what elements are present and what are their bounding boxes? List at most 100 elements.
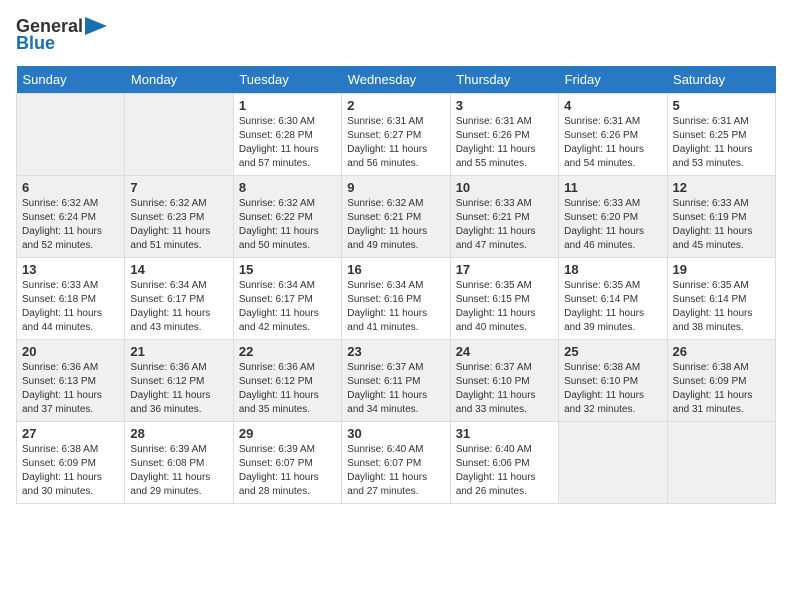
day-info: Sunrise: 6:36 AMSunset: 6:13 PMDaylight:… — [22, 361, 119, 417]
day-cell — [125, 94, 233, 176]
week-row-3: 13 Sunrise: 6:33 AMSunset: 6:18 PMDayligh… — [17, 258, 776, 340]
day-cell — [17, 94, 125, 176]
day-number: 8 — [239, 180, 336, 195]
day-cell: 14 Sunrise: 6:34 AMSunset: 6:17 PMDayligh… — [125, 258, 233, 340]
weekday-header-wednesday: Wednesday — [342, 66, 450, 94]
day-number: 12 — [673, 180, 770, 195]
day-number: 18 — [564, 262, 661, 277]
day-number: 5 — [673, 98, 770, 113]
day-cell: 8 Sunrise: 6:32 AMSunset: 6:22 PMDaylight… — [233, 176, 341, 258]
day-number: 13 — [22, 262, 119, 277]
page-header: General Blue — [16, 16, 776, 54]
weekday-header-friday: Friday — [559, 66, 667, 94]
logo-blue: Blue — [16, 33, 55, 54]
day-number: 17 — [456, 262, 553, 277]
day-info: Sunrise: 6:35 AMSunset: 6:15 PMDaylight:… — [456, 279, 553, 335]
day-cell — [667, 422, 775, 504]
day-number: 16 — [347, 262, 444, 277]
day-info: Sunrise: 6:30 AMSunset: 6:28 PMDaylight:… — [239, 115, 336, 171]
day-number: 31 — [456, 426, 553, 441]
day-info: Sunrise: 6:35 AMSunset: 6:14 PMDaylight:… — [564, 279, 661, 335]
day-info: Sunrise: 6:38 AMSunset: 6:10 PMDaylight:… — [564, 361, 661, 417]
day-info: Sunrise: 6:40 AMSunset: 6:07 PMDaylight:… — [347, 443, 444, 499]
day-number: 7 — [130, 180, 227, 195]
day-cell: 13 Sunrise: 6:33 AMSunset: 6:18 PMDayligh… — [17, 258, 125, 340]
day-cell: 1 Sunrise: 6:30 AMSunset: 6:28 PMDaylight… — [233, 94, 341, 176]
day-cell — [559, 422, 667, 504]
day-cell: 29 Sunrise: 6:39 AMSunset: 6:07 PMDayligh… — [233, 422, 341, 504]
day-info: Sunrise: 6:32 AMSunset: 6:24 PMDaylight:… — [22, 197, 119, 253]
day-cell: 16 Sunrise: 6:34 AMSunset: 6:16 PMDayligh… — [342, 258, 450, 340]
day-cell: 23Sunrise: 6:37 AMSunset: 6:11 PMDayligh… — [342, 340, 450, 422]
day-info: Sunrise: 6:31 AMSunset: 6:25 PMDaylight:… — [673, 115, 770, 171]
day-number: 22 — [239, 344, 336, 359]
day-number: 9 — [347, 180, 444, 195]
day-info: Sunrise: 6:38 AMSunset: 6:09 PMDaylight:… — [22, 443, 119, 499]
day-info: Sunrise: 6:33 AMSunset: 6:18 PMDaylight:… — [22, 279, 119, 335]
week-row-4: 20 Sunrise: 6:36 AMSunset: 6:13 PMDayligh… — [17, 340, 776, 422]
day-number: 19 — [673, 262, 770, 277]
day-number: 11 — [564, 180, 661, 195]
day-cell: 4 Sunrise: 6:31 AMSunset: 6:26 PMDaylight… — [559, 94, 667, 176]
day-number: 24 — [456, 344, 553, 359]
day-number: 20 — [22, 344, 119, 359]
day-number: 29 — [239, 426, 336, 441]
day-number: 3 — [456, 98, 553, 113]
day-info: Sunrise: 6:37 AMSunset: 6:10 PMDaylight:… — [456, 361, 553, 417]
day-cell: 30 Sunrise: 6:40 AMSunset: 6:07 PMDayligh… — [342, 422, 450, 504]
day-cell: 5 Sunrise: 6:31 AMSunset: 6:25 PMDaylight… — [667, 94, 775, 176]
day-cell: 26Sunrise: 6:38 AMSunset: 6:09 PMDayligh… — [667, 340, 775, 422]
day-cell: 28Sunrise: 6:39 AMSunset: 6:08 PMDayligh… — [125, 422, 233, 504]
day-info: Sunrise: 6:33 AMSunset: 6:19 PMDaylight:… — [673, 197, 770, 253]
day-number: 10 — [456, 180, 553, 195]
day-info: Sunrise: 6:34 AMSunset: 6:17 PMDaylight:… — [239, 279, 336, 335]
day-number: 4 — [564, 98, 661, 113]
week-row-5: 27 Sunrise: 6:38 AMSunset: 6:09 PMDayligh… — [17, 422, 776, 504]
day-number: 23 — [347, 344, 444, 359]
day-info: Sunrise: 6:32 AMSunset: 6:21 PMDaylight:… — [347, 197, 444, 253]
day-number: 1 — [239, 98, 336, 113]
day-number: 30 — [347, 426, 444, 441]
day-cell: 20 Sunrise: 6:36 AMSunset: 6:13 PMDayligh… — [17, 340, 125, 422]
day-info: Sunrise: 6:33 AMSunset: 6:21 PMDaylight:… — [456, 197, 553, 253]
day-info: Sunrise: 6:34 AMSunset: 6:17 PMDaylight:… — [130, 279, 227, 335]
day-number: 2 — [347, 98, 444, 113]
weekday-header-row: SundayMondayTuesdayWednesdayThursdayFrid… — [17, 66, 776, 94]
day-number: 6 — [22, 180, 119, 195]
day-info: Sunrise: 6:40 AMSunset: 6:06 PMDaylight:… — [456, 443, 553, 499]
day-number: 25 — [564, 344, 661, 359]
day-info: Sunrise: 6:31 AMSunset: 6:27 PMDaylight:… — [347, 115, 444, 171]
day-number: 27 — [22, 426, 119, 441]
day-cell: 18 Sunrise: 6:35 AMSunset: 6:14 PMDayligh… — [559, 258, 667, 340]
day-cell: 25 Sunrise: 6:38 AMSunset: 6:10 PMDayligh… — [559, 340, 667, 422]
day-info: Sunrise: 6:36 AMSunset: 6:12 PMDaylight:… — [239, 361, 336, 417]
day-info: Sunrise: 6:32 AMSunset: 6:22 PMDaylight:… — [239, 197, 336, 253]
day-number: 14 — [130, 262, 227, 277]
day-cell: 22 Sunrise: 6:36 AMSunset: 6:12 PMDayligh… — [233, 340, 341, 422]
day-info: Sunrise: 6:35 AMSunset: 6:14 PMDaylight:… — [673, 279, 770, 335]
logo: General Blue — [16, 16, 107, 54]
day-info: Sunrise: 6:38 AMSunset: 6:09 PMDaylight:… — [673, 361, 770, 417]
day-info: Sunrise: 6:32 AMSunset: 6:23 PMDaylight:… — [130, 197, 227, 253]
day-info: Sunrise: 6:39 AMSunset: 6:07 PMDaylight:… — [239, 443, 336, 499]
day-info: Sunrise: 6:36 AMSunset: 6:12 PMDaylight:… — [130, 361, 227, 417]
day-cell: 10 Sunrise: 6:33 AMSunset: 6:21 PMDayligh… — [450, 176, 558, 258]
day-cell: 2 Sunrise: 6:31 AMSunset: 6:27 PMDaylight… — [342, 94, 450, 176]
logo-arrow-icon — [85, 17, 107, 35]
day-cell: 19 Sunrise: 6:35 AMSunset: 6:14 PMDayligh… — [667, 258, 775, 340]
day-info: Sunrise: 6:34 AMSunset: 6:16 PMDaylight:… — [347, 279, 444, 335]
week-row-2: 6 Sunrise: 6:32 AMSunset: 6:24 PMDaylight… — [17, 176, 776, 258]
weekday-header-sunday: Sunday — [17, 66, 125, 94]
day-cell: 15Sunrise: 6:34 AMSunset: 6:17 PMDayligh… — [233, 258, 341, 340]
day-cell: 17 Sunrise: 6:35 AMSunset: 6:15 PMDayligh… — [450, 258, 558, 340]
day-cell: 7 Sunrise: 6:32 AMSunset: 6:23 PMDaylight… — [125, 176, 233, 258]
day-cell: 6 Sunrise: 6:32 AMSunset: 6:24 PMDaylight… — [17, 176, 125, 258]
day-cell: 24 Sunrise: 6:37 AMSunset: 6:10 PMDayligh… — [450, 340, 558, 422]
calendar-table: SundayMondayTuesdayWednesdayThursdayFrid… — [16, 66, 776, 504]
day-info: Sunrise: 6:33 AMSunset: 6:20 PMDaylight:… — [564, 197, 661, 253]
weekday-header-monday: Monday — [125, 66, 233, 94]
day-info: Sunrise: 6:31 AMSunset: 6:26 PMDaylight:… — [456, 115, 553, 171]
week-row-1: 1 Sunrise: 6:30 AMSunset: 6:28 PMDaylight… — [17, 94, 776, 176]
day-info: Sunrise: 6:31 AMSunset: 6:26 PMDaylight:… — [564, 115, 661, 171]
day-cell: 9 Sunrise: 6:32 AMSunset: 6:21 PMDaylight… — [342, 176, 450, 258]
